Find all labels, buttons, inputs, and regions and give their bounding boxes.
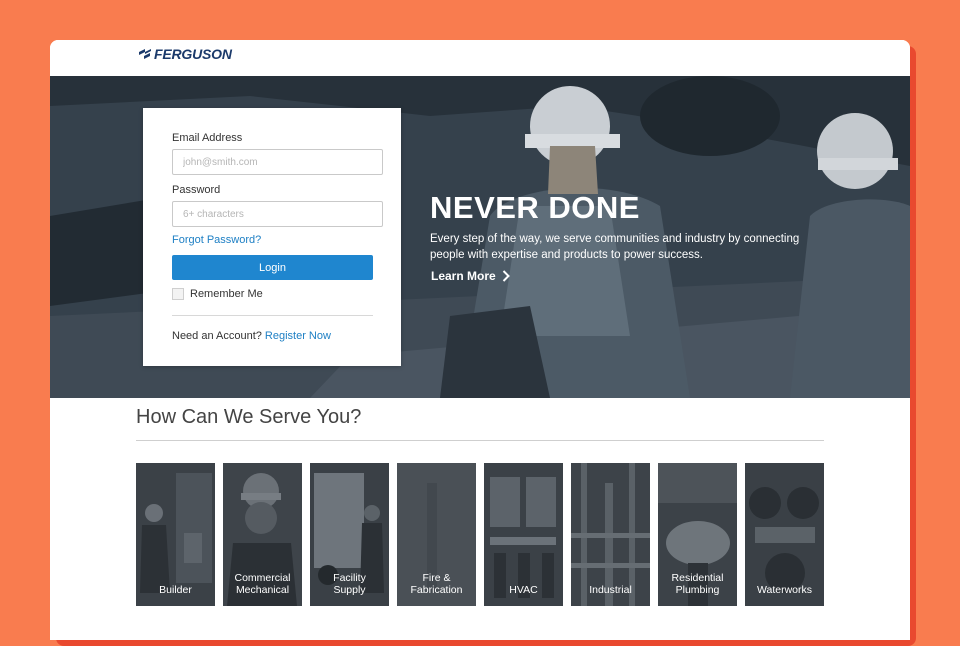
email-input[interactable] <box>172 149 383 175</box>
hero-banner: Email Address Password Forgot Password? … <box>50 76 910 398</box>
remember-me-label: Remember Me <box>190 288 263 300</box>
tile-facility-supply[interactable]: Facility Supply <box>310 463 389 606</box>
serve-section-title: How Can We Serve You? <box>136 406 362 428</box>
browser-window: FERGUSON Email Address Password <box>50 40 910 640</box>
tile-label: Residential Plumbing <box>671 572 724 596</box>
tile-waterworks[interactable]: Waterworks <box>745 463 824 606</box>
register-now-link[interactable]: Register Now <box>265 330 331 342</box>
tile-label: Builder <box>159 584 192 596</box>
tile-fire-fabrication[interactable]: Fire & Fabrication <box>397 463 476 606</box>
tile-label: Commercial Mechanical <box>234 572 291 596</box>
learn-more-link[interactable]: Learn More <box>431 269 510 283</box>
account-prompt-text: Need an Account? <box>172 330 262 342</box>
tile-label: Fire & Fabrication <box>410 572 463 596</box>
email-label: Email Address <box>172 132 243 144</box>
remember-me-checkbox[interactable] <box>172 288 184 300</box>
login-button[interactable]: Login <box>172 255 373 280</box>
tile-hvac[interactable]: HVAC <box>484 463 563 606</box>
category-tiles: Builder Commercial Mechanical Facility S… <box>136 463 826 606</box>
logo-wordmark: FERGUSON <box>154 46 232 62</box>
password-input[interactable] <box>172 201 383 227</box>
serve-divider <box>136 440 824 441</box>
password-label: Password <box>172 184 221 196</box>
login-divider <box>172 315 373 316</box>
hero-headline: NEVER DONE <box>430 190 640 225</box>
learn-more-label: Learn More <box>431 269 496 283</box>
top-bar: FERGUSON <box>50 40 910 76</box>
tile-label: HVAC <box>509 584 538 596</box>
hero-subtext: Every step of the way, we serve communit… <box>430 233 800 261</box>
tile-label: Facility Supply <box>333 572 366 596</box>
forgot-password-link[interactable]: Forgot Password? <box>172 234 261 246</box>
ferguson-logo-icon <box>139 49 151 59</box>
tile-label: Waterworks <box>756 584 813 596</box>
login-card: Email Address Password Forgot Password? … <box>143 108 401 366</box>
tile-builder[interactable]: Builder <box>136 463 215 606</box>
tile-residential-plumbing[interactable]: Residential Plumbing <box>658 463 737 606</box>
tile-commercial-mechanical[interactable]: Commercial Mechanical <box>223 463 302 606</box>
chevron-right-icon <box>502 270 510 282</box>
tile-industrial[interactable]: Industrial <box>571 463 650 606</box>
ferguson-logo[interactable]: FERGUSON <box>138 46 232 62</box>
tile-label: Industrial <box>589 584 632 596</box>
account-prompt: Need an Account? Register Now <box>172 330 331 342</box>
